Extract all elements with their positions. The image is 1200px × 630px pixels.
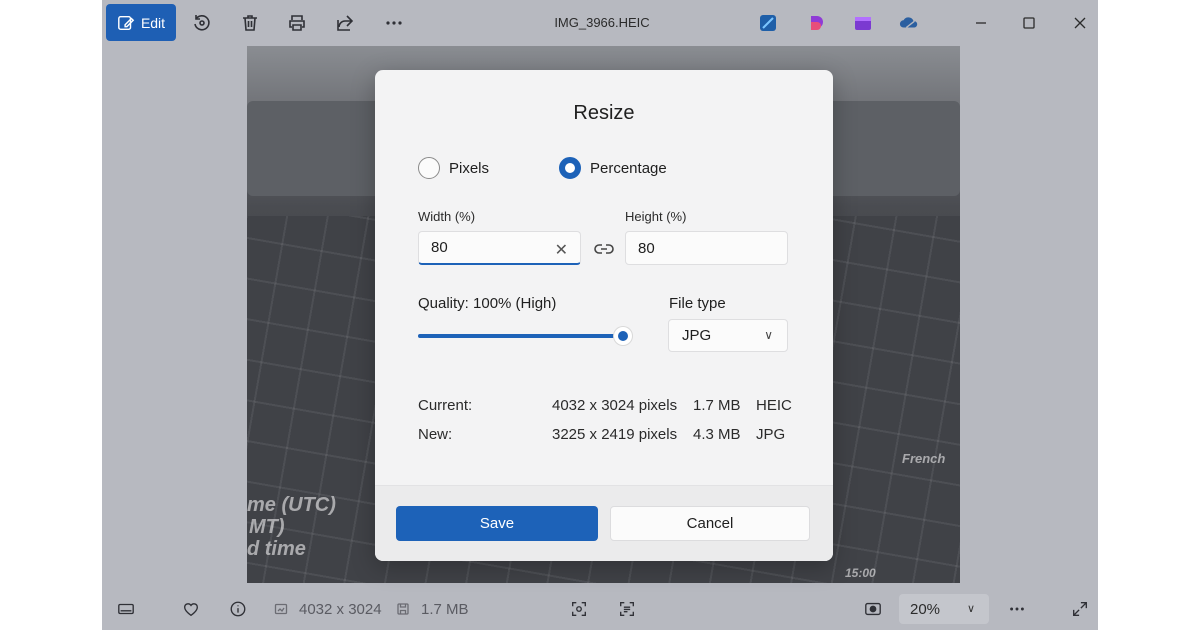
resize-dialog: Resize Pixels Percentage Width (%) Heigh…	[375, 70, 833, 561]
photo-mat-text-4: French	[902, 451, 946, 466]
new-format: JPG	[756, 426, 786, 443]
app-shortcut-icon[interactable]	[758, 13, 778, 33]
fit-to-window-button[interactable]	[863, 599, 883, 619]
chevron-down-icon: ∨	[764, 328, 773, 342]
print-button[interactable]	[285, 11, 309, 35]
current-format: HEIC	[756, 397, 792, 414]
image-dimensions: 4032 x 3024	[299, 601, 382, 618]
favorite-button[interactable]	[181, 599, 201, 619]
share-icon	[337, 15, 354, 31]
new-dimensions: 3225 x 2419 pixels	[552, 426, 678, 443]
dimensions-icon	[274, 603, 288, 615]
edit-button[interactable]: Edit	[106, 4, 176, 41]
maximize-button[interactable]	[1018, 12, 1040, 34]
quality-label: Quality: 100% (High)	[418, 295, 557, 312]
dialog-title: Resize	[573, 102, 635, 124]
link-aspect-ratio-icon[interactable]	[593, 238, 615, 260]
current-dimensions: 4032 x 3024 pixels	[552, 397, 678, 414]
full-screen-button[interactable]	[1070, 599, 1090, 619]
width-label: Width (%)	[418, 209, 476, 224]
delete-icon	[243, 15, 257, 31]
close-button[interactable]	[1069, 12, 1091, 34]
clear-icon[interactable]: ✕	[555, 240, 568, 260]
close-icon	[1074, 17, 1086, 29]
heart-icon	[184, 603, 198, 617]
minimize-button[interactable]	[970, 12, 992, 34]
print-icon	[289, 15, 305, 31]
filmstrip-icon	[118, 603, 134, 615]
height-input-value: 80	[638, 239, 655, 257]
maximize-icon	[1023, 17, 1035, 29]
rotate-icon	[194, 15, 210, 31]
current-size: 1.7 MB	[693, 397, 741, 414]
more-options-button[interactable]	[382, 11, 406, 35]
zoom-select[interactable]: 20% ∨	[899, 594, 989, 624]
clipchamp-icon[interactable]	[806, 13, 826, 33]
file-info-button[interactable]	[228, 599, 248, 619]
more-icon	[386, 21, 402, 25]
chevron-down-icon: ∨	[966, 603, 975, 615]
width-input[interactable]: 80 ✕	[418, 231, 581, 265]
width-input-value: 80	[431, 239, 448, 256]
visual-search-button[interactable]	[569, 599, 589, 619]
cancel-button[interactable]: Cancel	[610, 506, 810, 541]
minimize-icon	[976, 22, 986, 24]
save-button[interactable]: Save	[396, 506, 598, 541]
text-scan-icon	[620, 602, 634, 616]
statusbar-more-button[interactable]	[1007, 599, 1027, 619]
file-size-icon	[397, 603, 409, 615]
info-icon	[230, 601, 246, 617]
onedrive-icon[interactable]	[899, 13, 919, 33]
video-editor-icon[interactable]	[853, 13, 873, 33]
toolbar: Edit IMG_3966.HEIC	[102, 0, 1098, 46]
new-info-row: New: 3225 x 2419 pixels 4.3 MB JPG	[418, 426, 798, 446]
window-title: IMG_3966.HEIC	[554, 15, 650, 30]
text-extraction-button[interactable]	[617, 599, 637, 619]
quality-slider[interactable]	[418, 327, 634, 345]
filmstrip-button[interactable]	[116, 599, 136, 619]
delete-button[interactable]	[238, 11, 262, 35]
file-type-label: File type	[669, 295, 726, 312]
height-label: Height (%)	[625, 209, 687, 224]
radio-percentage-label: Percentage	[590, 159, 667, 177]
share-button[interactable]	[333, 11, 357, 35]
photo-mat-text-5: 15:00	[845, 566, 876, 580]
radio-percentage[interactable]: Percentage	[559, 157, 667, 179]
edit-button-label: Edit	[140, 14, 166, 31]
quality-slider-thumb[interactable]	[614, 327, 632, 345]
radio-pixels[interactable]: Pixels	[418, 157, 489, 179]
height-input[interactable]: 80	[625, 231, 788, 265]
rotate-button[interactable]	[190, 11, 214, 35]
radio-pixels-indicator[interactable]	[418, 157, 440, 179]
photo-mat-text-1: me (UTC)	[247, 494, 336, 516]
file-type-select[interactable]: JPG ∨	[668, 319, 788, 352]
photo-mat-text-2: MT)	[249, 516, 285, 538]
expand-icon	[1073, 602, 1087, 616]
photo-mat-text-3: d time	[247, 538, 306, 560]
radio-percentage-indicator[interactable]	[559, 157, 581, 179]
new-label: New:	[418, 426, 453, 443]
zoom-value: 20%	[910, 600, 941, 618]
image-file-size: 1.7 MB	[421, 601, 469, 618]
file-type-value: JPG	[682, 327, 712, 344]
visual-search-icon	[572, 602, 586, 616]
new-size: 4.3 MB	[693, 426, 741, 443]
dialog-footer: Save Cancel	[375, 485, 833, 561]
fit-screen-icon	[865, 602, 881, 616]
more-icon	[1010, 607, 1024, 611]
photos-app-window: Edit IMG_3966.HEIC me (UTC) MT) d time F…	[102, 0, 1098, 630]
current-info-row: Current: 4032 x 3024 pixels 1.7 MB HEIC	[418, 397, 798, 417]
radio-pixels-label: Pixels	[449, 159, 490, 177]
current-label: Current:	[418, 397, 473, 414]
status-bar: 4032 x 3024 1.7 MB 20% ∨	[102, 588, 1098, 630]
quality-slider-track[interactable]	[418, 334, 618, 338]
edit-icon	[118, 15, 135, 30]
